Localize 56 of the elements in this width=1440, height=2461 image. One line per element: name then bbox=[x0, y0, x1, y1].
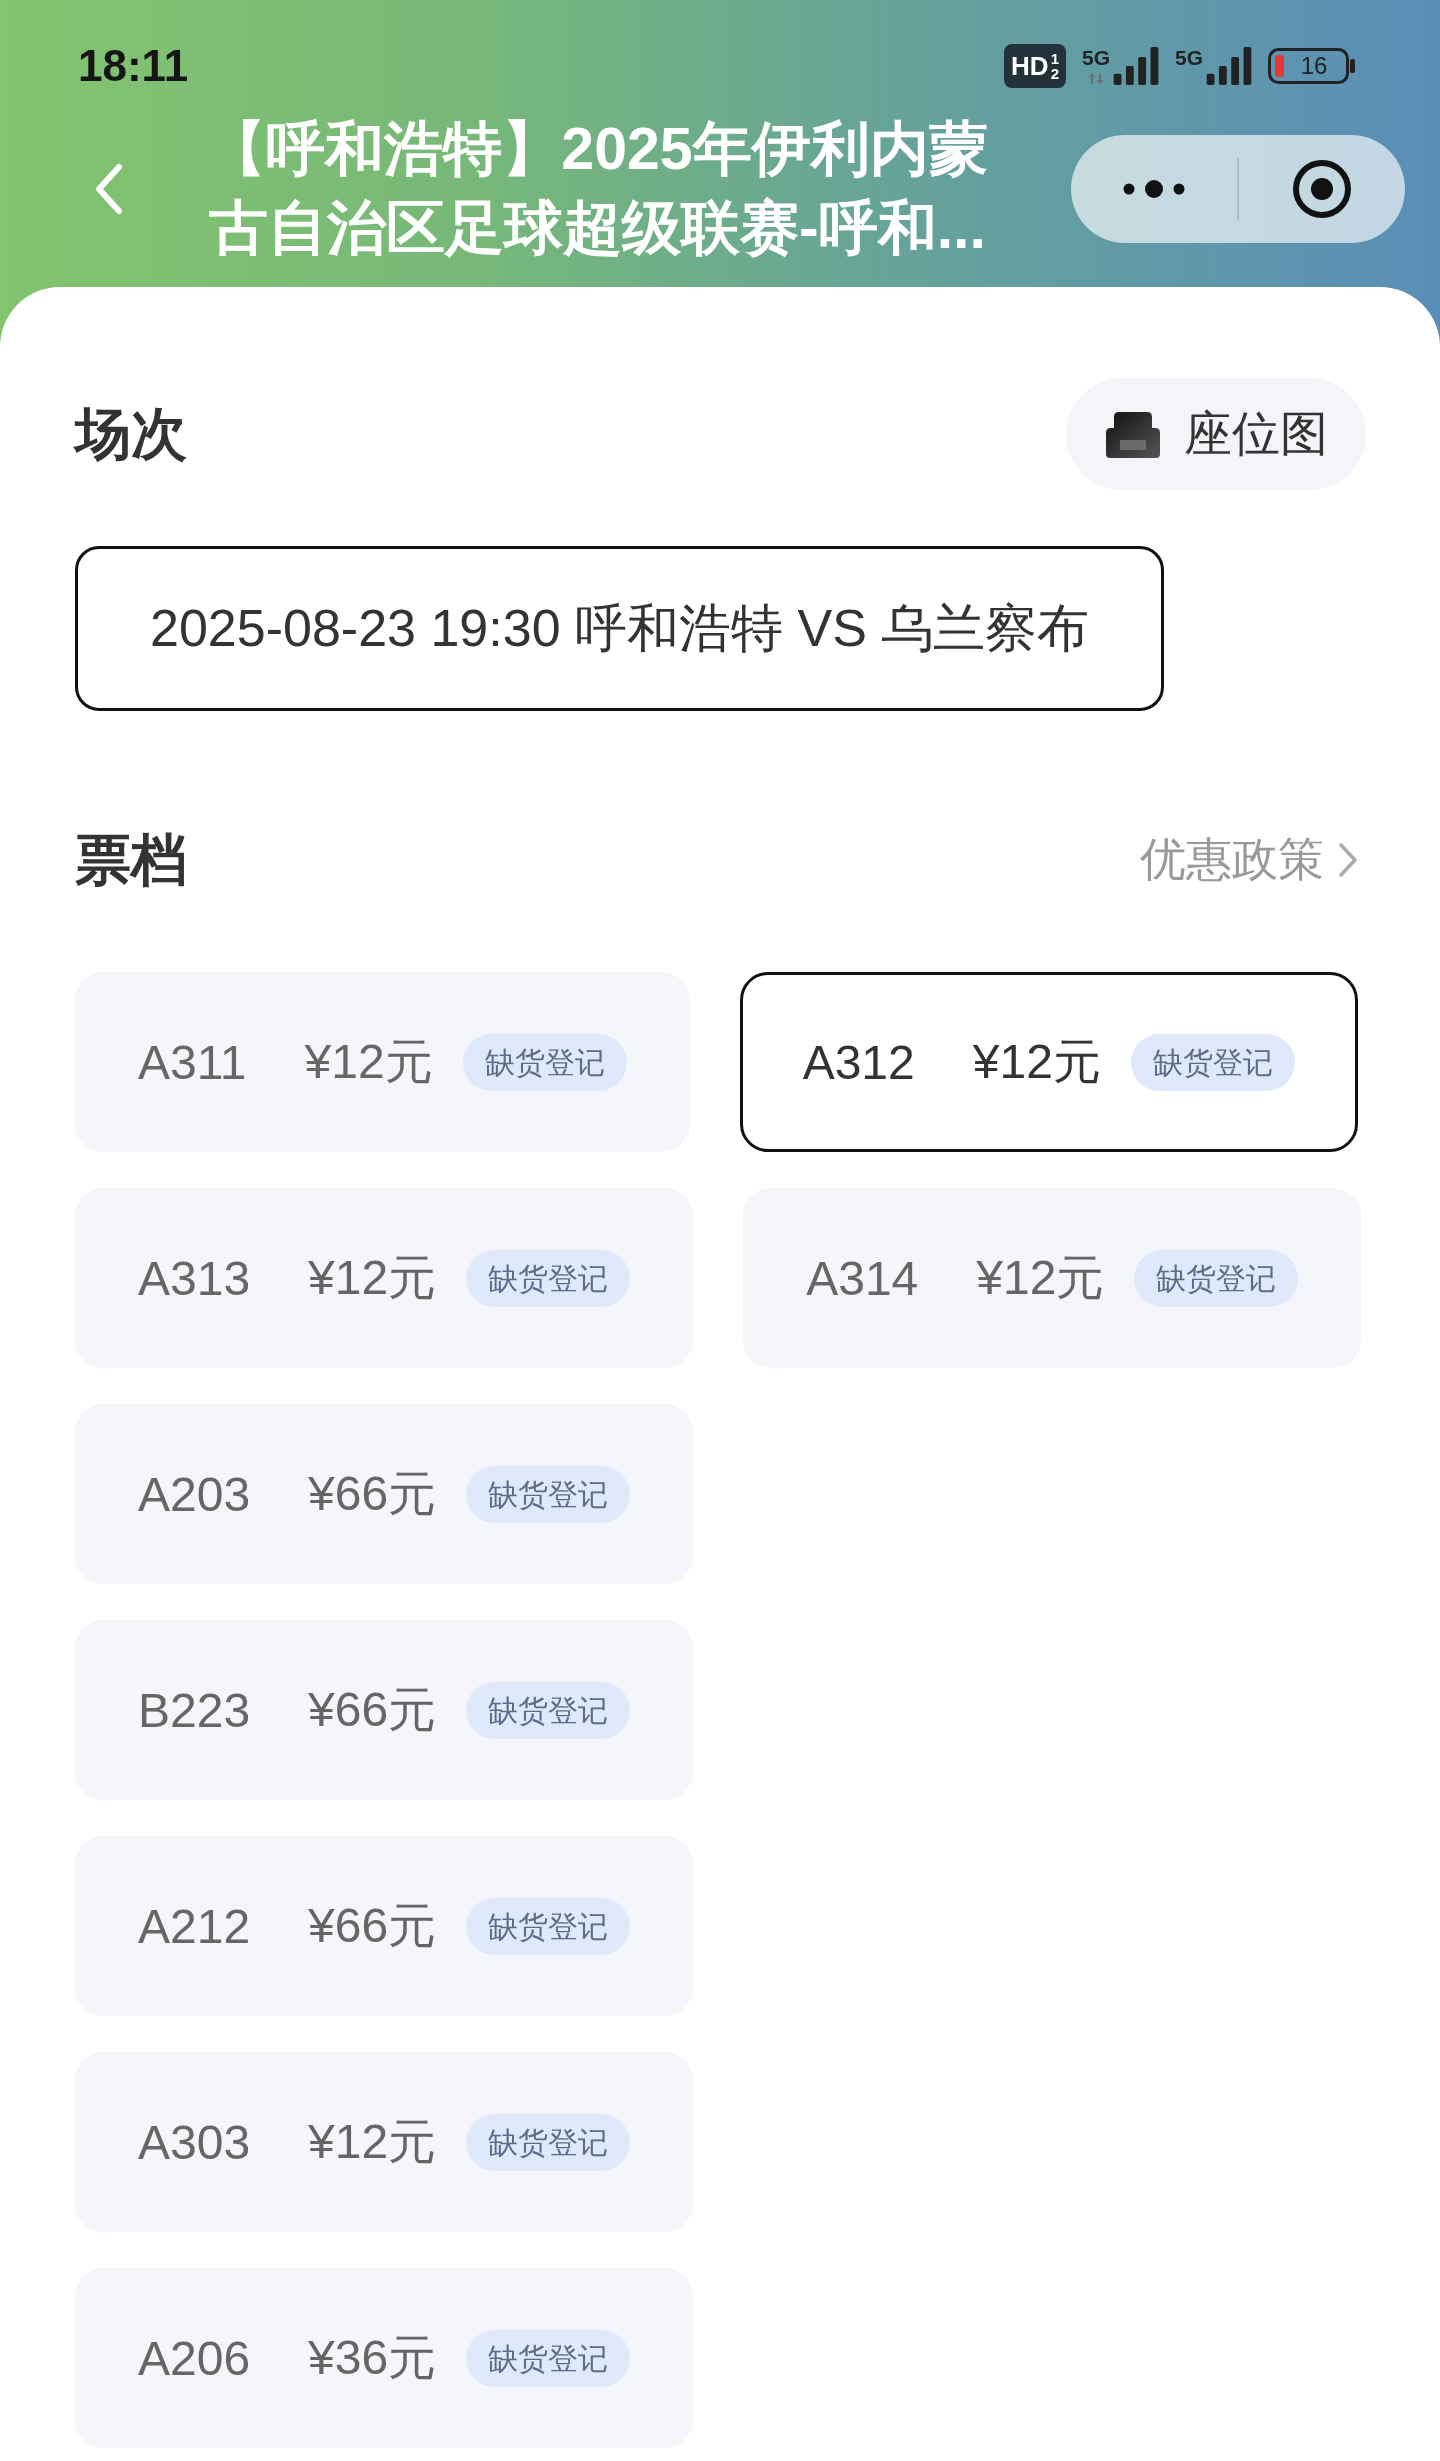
ticket-price: ¥66元 bbox=[308, 1682, 437, 1738]
ticket-price: ¥12元 bbox=[304, 1034, 433, 1090]
stock-alert-tag[interactable]: 缺货登记 bbox=[466, 2113, 631, 2171]
stock-alert-tag[interactable]: 缺货登记 bbox=[466, 1897, 631, 1955]
ticket-price: ¥66元 bbox=[308, 1466, 437, 1522]
signal-bars-icon bbox=[1113, 47, 1159, 85]
page-title: 【呼和浩特】2025年伊利内蒙古自治区足球超级联赛-呼和... bbox=[206, 114, 989, 263]
stock-alert-tag[interactable]: 缺货登记 bbox=[466, 2329, 631, 2387]
stock-alert-tag[interactable]: 缺货登记 bbox=[1134, 1249, 1299, 1307]
network-type: 5G bbox=[1081, 47, 1110, 68]
ticket-code: A314 bbox=[806, 1250, 919, 1306]
stock-alert-tag[interactable]: 缺货登记 bbox=[462, 1033, 627, 1091]
ticket-option[interactable]: A203 ¥66元 缺货登记 bbox=[75, 1404, 694, 1584]
ticket-option[interactable]: A314 ¥12元 缺货登记 bbox=[743, 1188, 1362, 1368]
ticket-code: A206 bbox=[138, 2330, 251, 2386]
policy-link[interactable]: 优惠政策 bbox=[1140, 829, 1358, 891]
stock-alert-tag[interactable]: 缺货登记 bbox=[466, 1249, 631, 1307]
armchair-icon bbox=[1106, 410, 1160, 458]
ticket-option[interactable]: A311 ¥12元 缺货登记 bbox=[75, 972, 690, 1152]
hd-label: HD bbox=[1011, 53, 1049, 79]
ticket-code: A312 bbox=[802, 1034, 915, 1090]
chevron-right-icon bbox=[1338, 842, 1358, 878]
ticket-code: A212 bbox=[138, 1898, 251, 1954]
session-option[interactable]: 2025-08-23 19:30 呼和浩特 VS 乌兰察布 bbox=[75, 546, 1165, 711]
ticket-code: B223 bbox=[138, 1682, 251, 1738]
section-title: 场次 bbox=[75, 401, 187, 468]
stock-alert-tag[interactable]: 缺货登记 bbox=[466, 1681, 631, 1739]
stock-alert-tag[interactable]: 缺货登记 bbox=[466, 1465, 631, 1523]
ticket-option[interactable]: A313 ¥12元 缺货登记 bbox=[75, 1188, 694, 1368]
ticket-price: ¥12元 bbox=[976, 1250, 1105, 1306]
ticket-option[interactable]: A206 ¥36元 缺货登记 bbox=[75, 2268, 694, 2448]
battery-icon bbox=[1268, 48, 1356, 84]
ticket-code: A311 bbox=[138, 1034, 247, 1090]
ticket-option[interactable]: B223 ¥66元 缺货登记 bbox=[75, 1620, 694, 1800]
ticket-price: ¥12元 bbox=[308, 2114, 437, 2170]
ticket-price: ¥12元 bbox=[972, 1034, 1101, 1090]
ticket-price: ¥36元 bbox=[308, 2330, 437, 2386]
signal-bars-icon bbox=[1206, 47, 1252, 85]
ticket-code: A203 bbox=[138, 1466, 251, 1522]
ticket-option[interactable]: A303 ¥12元 缺货登记 bbox=[75, 2052, 694, 2232]
ticket-code: A303 bbox=[138, 2114, 251, 2170]
ticket-option[interactable]: A212 ¥66元 缺货登记 bbox=[75, 1836, 694, 2016]
ticket-price: ¥12元 bbox=[308, 1250, 437, 1306]
more-icon[interactable] bbox=[1123, 178, 1185, 199]
stock-alert-tag[interactable]: 缺货登记 bbox=[1130, 1033, 1295, 1091]
network-type: 5G bbox=[1175, 47, 1203, 68]
sim-number: 2 bbox=[1050, 66, 1059, 81]
ticket-code: A313 bbox=[138, 1250, 251, 1306]
section-title: 票档 bbox=[75, 827, 187, 894]
ticket-option[interactable]: A312 ¥12元 缺货登记 bbox=[739, 972, 1358, 1152]
status-time: 18:11 bbox=[78, 41, 189, 91]
seat-map-button[interactable]: 座位图 bbox=[1066, 378, 1366, 490]
battery-percent: 16 bbox=[1299, 52, 1329, 80]
target-icon[interactable] bbox=[1292, 158, 1352, 219]
sim-number: 1 bbox=[1050, 51, 1059, 66]
ticket-price: ¥66元 bbox=[308, 1898, 437, 1954]
